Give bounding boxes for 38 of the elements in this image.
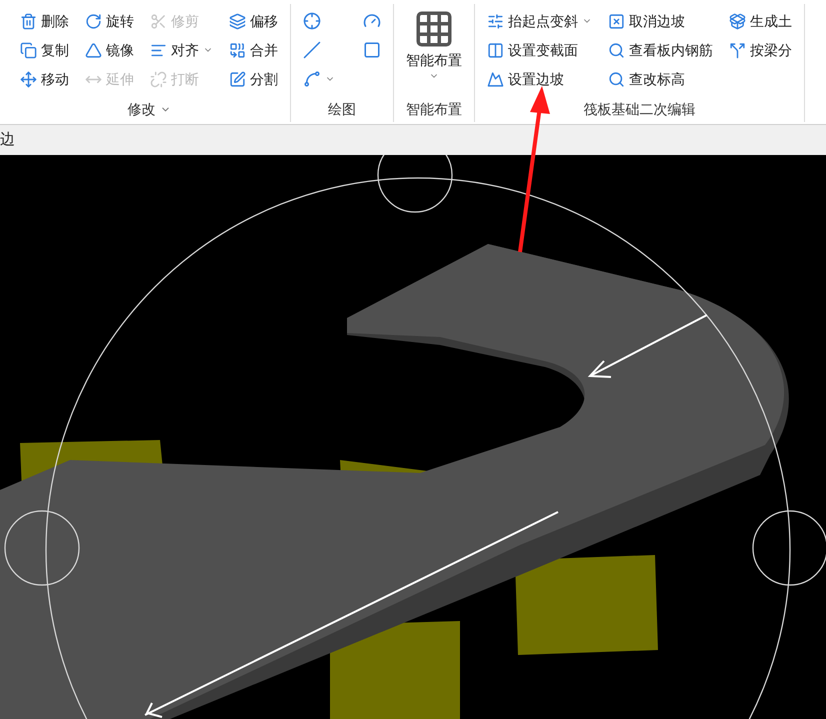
point-icon	[303, 12, 321, 30]
ribbon-button[interactable]: 旋转	[81, 8, 138, 34]
group-label: 筏板基础二次编辑	[584, 100, 696, 119]
broken-link-icon	[150, 70, 167, 88]
ribbon-button[interactable]: 取消边坡	[604, 8, 717, 34]
cancel-icon	[608, 12, 625, 30]
trash-icon	[20, 12, 37, 30]
line-icon	[303, 41, 321, 59]
ribbon-button[interactable]: 设置边坡	[483, 66, 596, 92]
ribbon-button[interactable]: 查改标高	[604, 66, 717, 92]
search-icon	[608, 70, 625, 88]
ribbon-button[interactable]: 复制	[16, 37, 73, 63]
ribbon-button[interactable]: 对齐	[146, 37, 217, 63]
copy-icon	[20, 42, 37, 58]
rotate-icon	[85, 12, 102, 30]
ribbon-button[interactable]: 查看板内钢筋	[604, 37, 717, 63]
search-icon	[608, 42, 625, 58]
ribbon-button[interactable]: 删除	[16, 8, 73, 34]
ribbon-button[interactable]: 偏移	[225, 8, 282, 34]
ribbon-button[interactable]: 抬起点变斜	[483, 8, 596, 34]
group-label: 修改	[128, 100, 156, 119]
smart-layout-button[interactable]: 智能布置	[402, 8, 466, 81]
ribbon-button[interactable]: 分割	[225, 66, 282, 92]
drawing-tab[interactable]: 边	[0, 128, 15, 152]
group-label: 智能布置	[406, 100, 462, 119]
ribbon-button[interactable]: 移动	[16, 66, 73, 92]
mirror-icon	[85, 42, 102, 58]
ribbon-button[interactable]: 镜像	[81, 37, 138, 63]
ribbon-button[interactable]: 合并	[225, 37, 282, 63]
ribbon-button[interactable]: 生成土	[725, 8, 796, 34]
trim-icon	[150, 12, 167, 30]
ribbon-button[interactable]: 设置变截面	[483, 37, 596, 63]
group-label: 绘图	[328, 100, 356, 119]
ribbon-button[interactable]: 按梁分	[725, 37, 796, 63]
move-icon	[20, 70, 37, 88]
arc-icon	[303, 70, 321, 88]
merge-icon	[229, 42, 246, 58]
rectangle-icon	[363, 41, 381, 59]
